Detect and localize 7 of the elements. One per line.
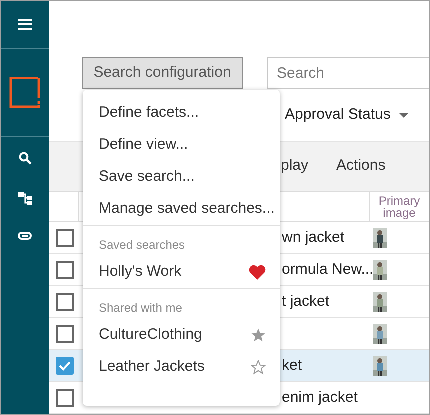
table-cell: ormula New... — [282, 260, 374, 278]
section-heading: Saved searches — [98, 237, 186, 254]
table-cell: enim jacket — [282, 388, 358, 406]
table-cell: t jacket — [282, 292, 330, 310]
section-heading: Shared with me — [98, 300, 184, 317]
table-cell: wn jacket — [282, 228, 345, 246]
table-cell: ket — [282, 356, 302, 374]
